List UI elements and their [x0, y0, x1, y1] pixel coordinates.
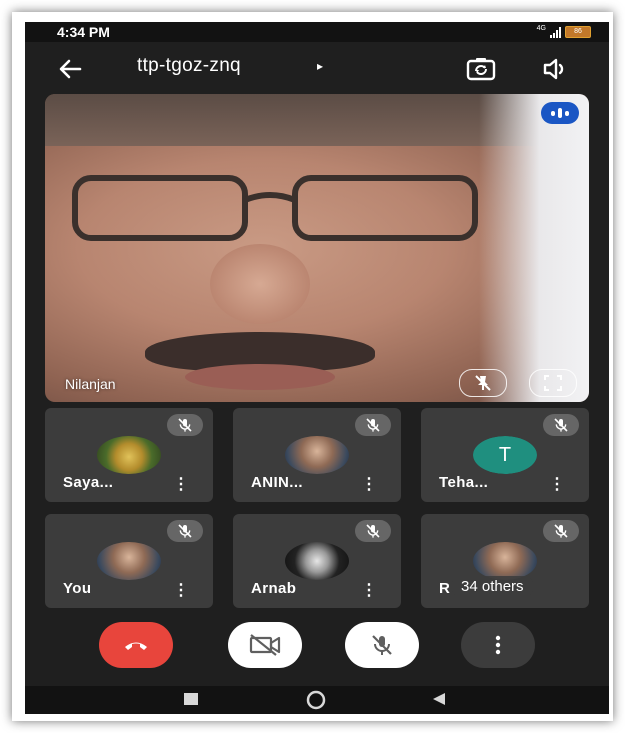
meeting-code[interactable]: ttp-tgoz-znq	[137, 55, 241, 77]
speaker-icon[interactable]	[540, 54, 570, 84]
muted-badge	[543, 520, 579, 542]
muted-badge	[543, 414, 579, 436]
avatar: T	[473, 436, 537, 474]
main-participant-name: Nilanjan	[65, 376, 116, 392]
status-bar: 4:34 PM 4G 86	[25, 22, 609, 42]
top-bar: ttp-tgoz-znq ▸	[25, 42, 609, 94]
status-time: 4:34 PM	[57, 24, 110, 40]
avatar	[285, 436, 349, 474]
more-vert-icon[interactable]: ⋮	[361, 474, 377, 494]
more-vert-icon[interactable]: ⋮	[361, 580, 377, 600]
video-glasses	[72, 175, 478, 241]
phone-screen: 4:34 PM 4G 86 ttp-tgoz-znq ▸ Nilanjan Sa…	[25, 22, 609, 714]
mic-off-icon	[554, 418, 568, 432]
more-vert-icon[interactable]: ⋮	[173, 474, 189, 494]
avatar-initial: T	[473, 436, 537, 474]
camera-switch-icon[interactable]	[465, 54, 497, 84]
participant-name: R	[439, 580, 451, 597]
end-call-button[interactable]	[99, 622, 173, 668]
participant-tile[interactable]: T Teha... ⋮	[421, 408, 589, 502]
participant-tile[interactable]: Saya... ⋮	[45, 408, 213, 502]
participant-tile[interactable]: Arnab ⋮	[233, 514, 401, 608]
back-arrow-icon[interactable]	[55, 54, 85, 84]
participant-name: Saya...	[63, 474, 114, 491]
more-vert-icon[interactable]: ⋮	[549, 474, 565, 494]
fullscreen-button[interactable]	[529, 369, 577, 397]
video-off-icon	[249, 634, 281, 656]
participant-name: Arnab	[251, 580, 297, 597]
avatar	[285, 542, 349, 580]
mic-off-icon	[554, 524, 568, 538]
caret-right-icon[interactable]: ▸	[317, 59, 323, 73]
participant-name: You	[63, 580, 92, 597]
more-options-button[interactable]	[461, 622, 535, 668]
muted-badge	[167, 520, 203, 542]
avatar	[97, 542, 161, 580]
end-call-icon	[125, 642, 147, 650]
more-vert-icon[interactable]: ⋮	[173, 580, 189, 600]
video-background	[479, 94, 589, 402]
mic-off-icon	[366, 418, 380, 432]
battery-level: 86	[574, 28, 582, 35]
camera-toggle-button[interactable]	[228, 622, 302, 668]
speaking-indicator-icon	[541, 102, 579, 124]
mic-off-icon	[372, 635, 392, 655]
others-count-label[interactable]: 34 others	[451, 576, 534, 597]
muted-badge	[355, 520, 391, 542]
mic-off-icon	[366, 524, 380, 538]
participant-name: ANIN...	[251, 474, 303, 491]
network-label: 4G	[536, 24, 546, 32]
status-icons: 4G 86	[536, 24, 591, 38]
participant-name: Teha...	[439, 474, 489, 491]
mic-toggle-button[interactable]	[345, 622, 419, 668]
main-video[interactable]: Nilanjan	[45, 94, 589, 402]
video-nose	[210, 244, 310, 324]
participant-tile[interactable]: R 34 others	[421, 514, 589, 608]
participant-tile[interactable]: You ⋮	[45, 514, 213, 608]
nav-square-icon[interactable]	[183, 692, 199, 706]
system-nav-bar	[25, 686, 609, 714]
muted-badge	[355, 414, 391, 436]
avatar	[97, 436, 161, 474]
muted-badge	[167, 414, 203, 436]
pin-off-icon	[475, 375, 491, 391]
participant-tile[interactable]: ANIN... ⋮	[233, 408, 401, 502]
video-lips	[185, 364, 335, 390]
signal-icon	[550, 26, 561, 38]
mic-off-icon	[178, 524, 192, 538]
unpin-button[interactable]	[459, 369, 507, 397]
nav-triangle-icon[interactable]	[431, 691, 447, 707]
battery-icon: 86	[565, 26, 591, 38]
fullscreen-icon	[544, 375, 562, 391]
mic-off-icon	[178, 418, 192, 432]
nav-circle-icon[interactable]	[305, 689, 327, 711]
more-vert-icon	[495, 635, 501, 655]
avatar	[473, 542, 537, 580]
